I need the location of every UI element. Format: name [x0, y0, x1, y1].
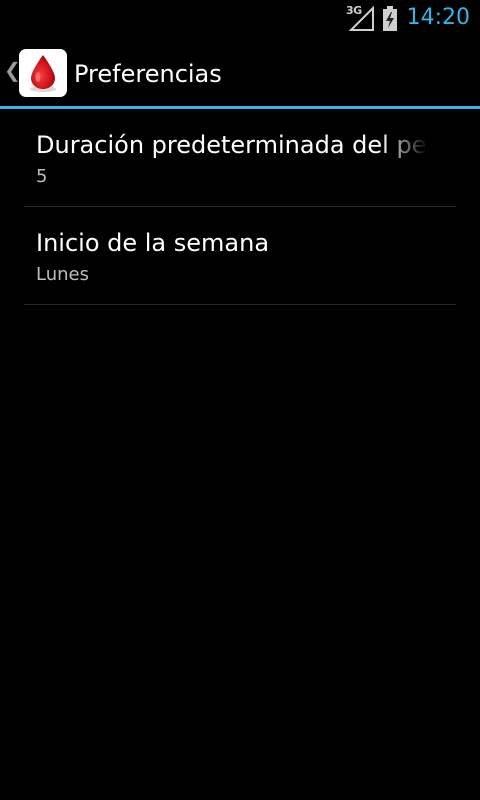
preference-summary: 5: [36, 166, 48, 187]
status-bar: 3G 14:20: [0, 0, 480, 38]
preference-default-period-duration[interactable]: Duración predeterminada del periodo 5: [24, 109, 456, 207]
preference-title: Duración predeterminada del periodo: [36, 131, 428, 159]
blood-drop-icon[interactable]: [19, 49, 67, 97]
page-title: Preferencias: [74, 60, 222, 88]
signal-icon: [348, 6, 374, 31]
status-time: 14:20: [406, 5, 470, 30]
preference-list: Duración predeterminada del periodo 5 In…: [24, 109, 456, 305]
preference-week-start[interactable]: Inicio de la semana Lunes: [24, 207, 456, 305]
battery-charging-icon: [383, 6, 397, 31]
preference-summary: Lunes: [36, 264, 89, 285]
preference-title: Inicio de la semana: [36, 229, 270, 257]
screen: 3G 14:20 ❮ Preferencias Duración predete…: [0, 0, 480, 800]
action-bar[interactable]: ❮ Preferencias: [0, 38, 480, 106]
